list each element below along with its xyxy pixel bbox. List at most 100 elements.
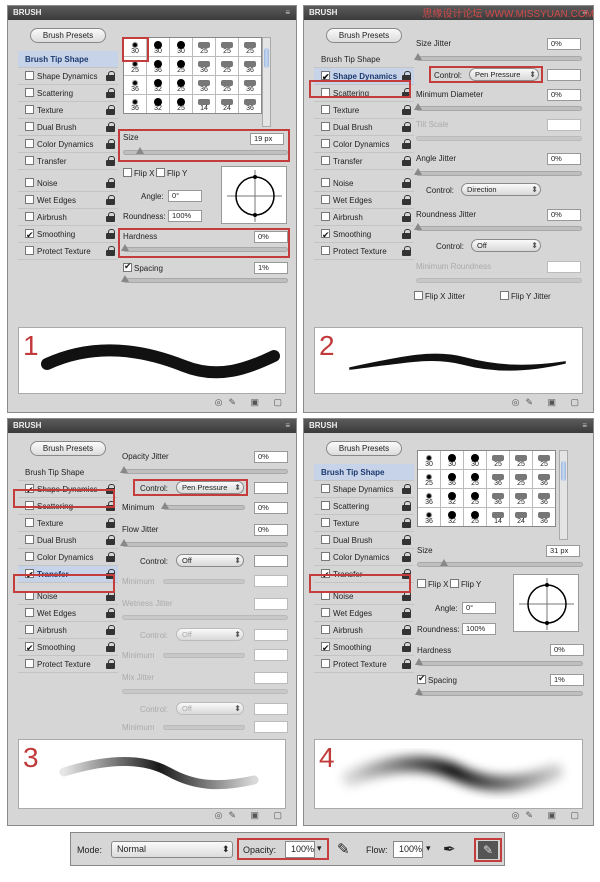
sidebar-item-shape-dynamics[interactable]: Shape Dynamics [18,68,118,85]
lock-icon[interactable] [402,591,411,601]
flow-jitter-field[interactable]: 0% [254,524,288,536]
brush-tip-preset[interactable]: 30 [464,451,486,469]
lock-icon[interactable] [106,105,115,115]
hardness-slider[interactable] [415,658,583,666]
sidebar-item-smoothing[interactable]: Smoothing [314,226,414,244]
tilt-scale-slider[interactable] [416,136,582,141]
sidebar-item-wet-edges[interactable]: Wet Edges [314,192,414,209]
sidebar-item-scattering[interactable]: Scattering [314,498,414,515]
brush-tip-preset[interactable]: 25 [170,76,192,94]
spacing-slider[interactable] [415,688,583,696]
sidebar-item-smoothing[interactable]: Smoothing [18,639,118,657]
mix-control-field[interactable] [254,703,288,715]
brush-tip-preset[interactable]: 25 [170,95,192,113]
min-roundness-field[interactable] [547,261,581,273]
minimum-slider[interactable] [163,653,245,658]
brush-presets-button[interactable]: Brush Presets [30,28,106,43]
sidebar-item-shape-dynamics[interactable]: Shape Dynamics [314,68,414,86]
sidebar-item-airbrush[interactable]: Airbrush [18,209,118,226]
lock-icon[interactable] [402,569,411,579]
brush-tip-preset[interactable]: 36 [239,95,261,113]
sidebar-item-color-dynamics[interactable]: Color Dynamics [314,136,414,153]
size-slider[interactable] [123,147,288,155]
sidebar-item-protect-texture[interactable]: Protect Texture [18,243,118,260]
roundness-field[interactable]: 100% [462,623,496,635]
panel-footer-icons[interactable]: ◎✎ ▣ ▢ [215,397,288,408]
brush-tip-preset[interactable]: 30 [124,38,146,56]
sidebar-item-wet-edges[interactable]: Wet Edges [18,605,118,622]
lock-icon[interactable] [106,501,115,511]
minimum-field[interactable]: 0% [254,502,288,514]
minimum-slider[interactable] [163,579,245,584]
sidebar-item-texture[interactable]: Texture [314,102,414,119]
brush-tip-preset[interactable]: 24 [510,508,532,526]
spacing-slider[interactable] [121,275,288,283]
lock-icon[interactable] [402,625,411,635]
opacity-dropdown-icon[interactable]: ▾ [317,843,322,854]
brush-tip-preset[interactable]: 36 [533,489,555,507]
brush-tip-preset[interactable]: 36 [418,508,440,526]
sidebar-item-scattering[interactable]: Scattering [18,85,118,102]
sidebar-item-color-dynamics[interactable]: Color Dynamics [18,136,118,153]
brush-tip-preset[interactable]: 25 [464,508,486,526]
hardness-field[interactable]: 0% [254,231,288,243]
opacity-jitter-slider[interactable] [120,466,288,474]
lock-icon[interactable] [402,659,411,669]
lock-icon[interactable] [106,569,115,579]
min-diameter-slider[interactable] [414,103,582,111]
sidebar-item-transfer[interactable]: Transfer [314,566,414,584]
sidebar-item-dual-brush[interactable]: Dual Brush [18,119,118,136]
brush-tip-preset[interactable]: 25 [510,451,532,469]
sidebar-item-wet-edges[interactable]: Wet Edges [314,605,414,622]
sidebar-item-wet-edges[interactable]: Wet Edges [18,192,118,209]
sidebar-item-brush-tip-shape[interactable]: Brush Tip Shape [314,464,414,481]
brush-presets-button[interactable]: Brush Presets [326,441,402,456]
flip-y-checkbox[interactable]: Flip Y [156,168,187,178]
lock-icon[interactable] [402,71,411,81]
lock-icon[interactable] [402,518,411,528]
lock-icon[interactable] [106,608,115,618]
sidebar-item-shape-dynamics[interactable]: Shape Dynamics [314,481,414,498]
brush-tip-preset[interactable]: 25 [510,470,532,488]
sidebar-item-protect-texture[interactable]: Protect Texture [18,656,118,673]
flip-y-checkbox[interactable]: Flip Y [450,579,481,589]
lock-icon[interactable] [402,88,411,98]
flow-control-select[interactable]: Off [176,554,244,567]
opacity-jitter-field[interactable]: 0% [254,451,288,463]
brush-tip-preset[interactable]: 25 [487,451,509,469]
size-field[interactable]: 19 px [250,133,284,145]
roundness-jitter-field[interactable]: 0% [547,209,581,221]
size-jitter-slider[interactable] [414,53,582,61]
angle-field[interactable]: 0° [462,602,496,614]
brush-tip-preset[interactable]: 25 [533,451,555,469]
flip-x-checkbox[interactable]: Flip X [417,579,448,589]
spacing-checkbox[interactable]: Spacing [417,673,457,685]
pressure-size-icon[interactable]: ✎ [478,841,498,859]
sidebar-item-airbrush[interactable]: Airbrush [18,622,118,639]
brush-angle-preview[interactable] [221,166,287,224]
brush-tip-preset[interactable]: 36 [487,489,509,507]
lock-icon[interactable] [106,642,115,652]
brush-tip-preset[interactable]: 25 [216,57,238,75]
brush-tip-preset[interactable]: 25 [216,76,238,94]
lock-icon[interactable] [402,195,411,205]
lock-icon[interactable] [402,535,411,545]
sidebar-item-dual-brush[interactable]: Dual Brush [18,532,118,549]
lock-icon[interactable] [106,122,115,132]
sidebar-item-transfer[interactable]: Transfer [18,153,118,170]
roundness-field[interactable]: 100% [168,210,202,222]
brush-tip-preset[interactable]: 25 [464,489,486,507]
angle-jitter-slider[interactable] [414,168,582,176]
brush-tip-preset[interactable]: 36 [533,470,555,488]
angle-jitter-field[interactable]: 0% [547,153,581,165]
lock-icon[interactable] [402,229,411,239]
hardness-slider[interactable] [121,244,288,252]
lock-icon[interactable] [402,642,411,652]
brush-presets-button[interactable]: Brush Presets [30,441,106,456]
flip-x-jitter-checkbox[interactable]: Flip X Jitter [414,291,465,301]
lock-icon[interactable] [106,178,115,188]
wetness-control-field[interactable] [254,629,288,641]
roundness-jitter-slider[interactable] [414,223,582,231]
lock-icon[interactable] [106,659,115,669]
sidebar-item-noise[interactable]: Noise [314,175,414,192]
